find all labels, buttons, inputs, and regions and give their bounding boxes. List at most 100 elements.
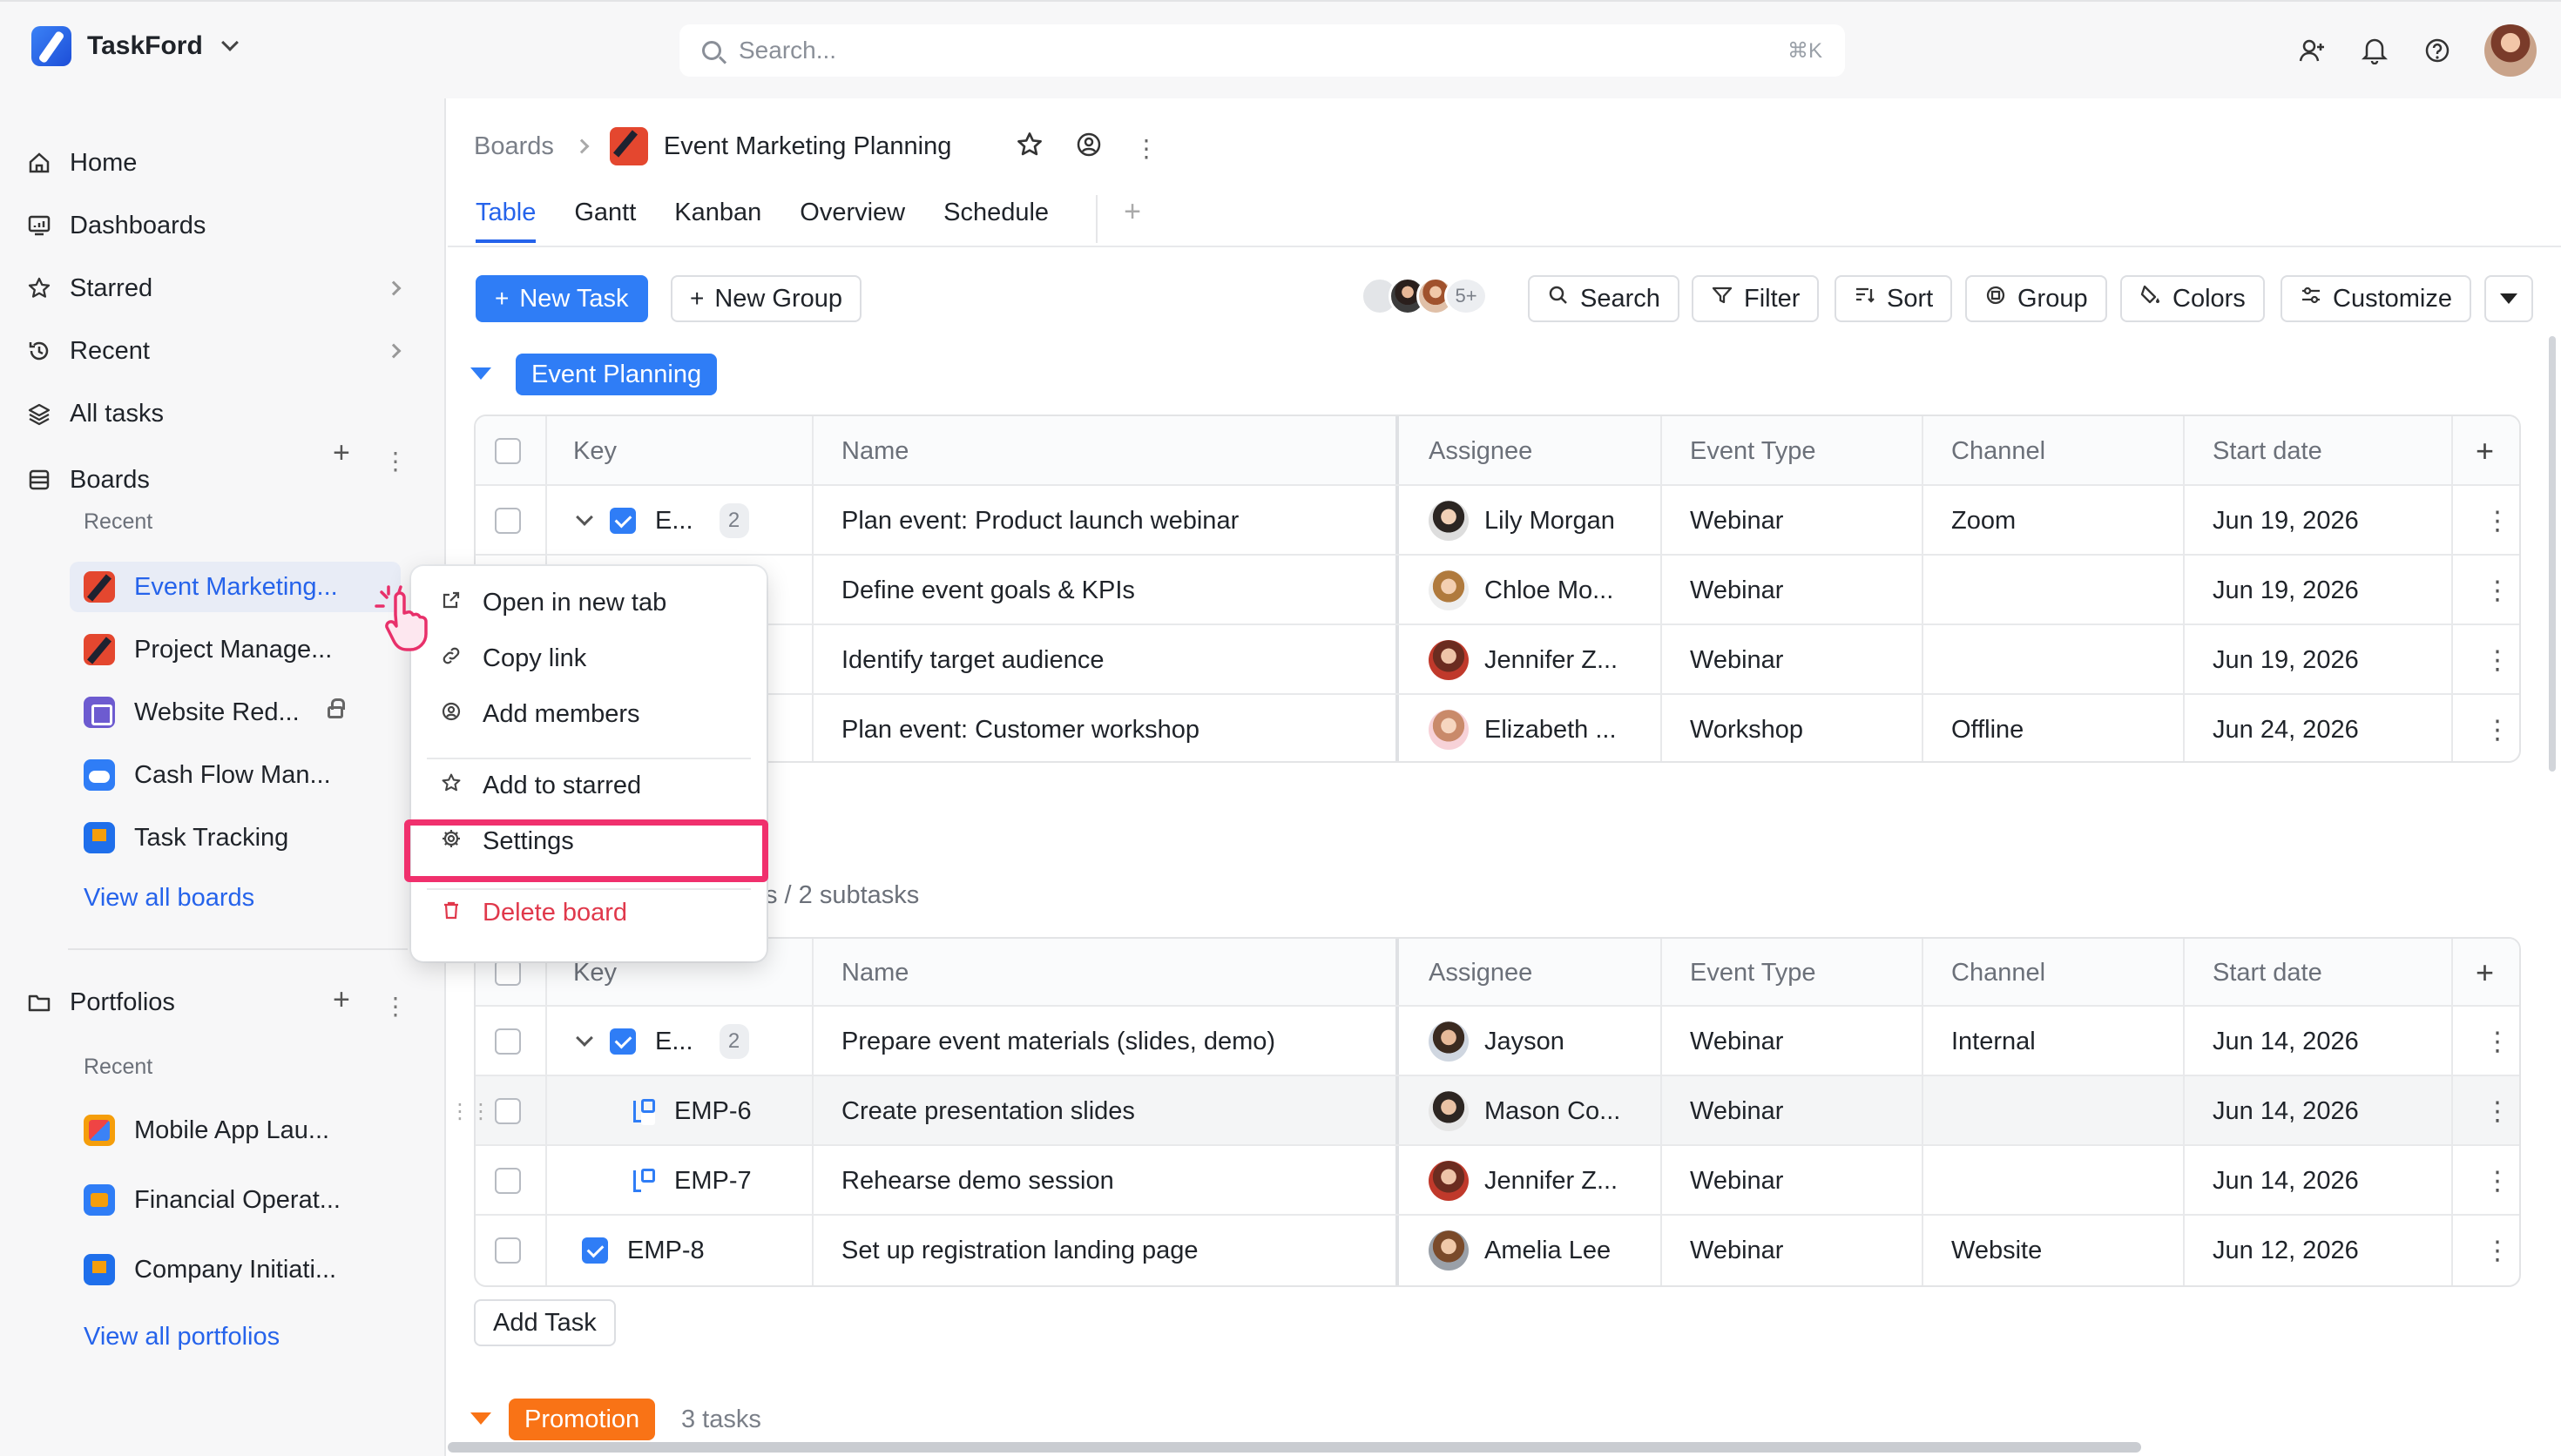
breadcrumb-boards-link[interactable]: Boards — [474, 132, 554, 161]
sidebar-item-all-tasks[interactable]: All tasks — [26, 391, 164, 436]
assignee-cell[interactable]: Lily Morgan — [1429, 486, 1615, 556]
sidebar-board-project-management[interactable]: Project Manage... — [70, 624, 401, 675]
row-checkbox[interactable] — [495, 1028, 521, 1055]
column-header-channel[interactable]: Channel — [1951, 939, 2045, 1007]
tab-kanban[interactable]: Kanban — [674, 199, 761, 243]
channel-cell[interactable]: Internal — [1951, 1007, 2036, 1076]
sidebar-board-event-marketing[interactable]: Event Marketing... — [70, 562, 401, 612]
event-type-cell[interactable]: Webinar — [1690, 486, 1783, 556]
task-key[interactable]: EMP-6 — [674, 1097, 752, 1126]
chevron-right-icon[interactable] — [386, 280, 402, 296]
task-name[interactable]: Set up registration landing page — [841, 1216, 1199, 1285]
assignee-cell[interactable]: Jayson — [1429, 1007, 1564, 1076]
row-more-icon[interactable]: ⋮ — [2484, 625, 2510, 695]
portfolios-more-icon[interactable]: ⋮ — [383, 992, 408, 1021]
add-column-icon[interactable]: + — [2476, 939, 2494, 1007]
sidebar-item-dashboards[interactable]: Dashboards — [26, 203, 206, 248]
task-key[interactable]: E... — [655, 507, 693, 536]
column-header-event-type[interactable]: Event Type — [1690, 416, 1816, 486]
event-type-cell[interactable]: Webinar — [1690, 1216, 1783, 1285]
colors-button[interactable]: Colors — [2120, 275, 2265, 322]
event-type-cell[interactable]: Webinar — [1690, 1146, 1783, 1216]
star-icon[interactable] — [1016, 131, 1044, 165]
event-type-cell[interactable]: Workshop — [1690, 695, 1803, 761]
help-icon[interactable] — [2422, 35, 2453, 66]
task-key[interactable]: EMP-7 — [674, 1167, 752, 1196]
task-key[interactable]: EMP-8 — [627, 1237, 705, 1265]
board-members-icon[interactable] — [1075, 131, 1103, 165]
task-name[interactable]: Define event goals & KPIs — [841, 556, 1135, 625]
horizontal-scrollbar[interactable] — [448, 1442, 2141, 1453]
table-row[interactable]: Plan event: Customer workshop Elizabeth … — [476, 695, 2519, 761]
menu-item-add-members[interactable]: Add members — [439, 700, 640, 729]
column-header-assignee[interactable]: Assignee — [1429, 939, 1532, 1007]
add-portfolio-icon[interactable]: + — [333, 983, 350, 1017]
sidebar-item-recent[interactable]: Recent — [26, 328, 150, 374]
assignee-cell[interactable]: Chloe Mo... — [1429, 556, 1613, 625]
column-header-event-type[interactable]: Event Type — [1690, 939, 1816, 1007]
channel-cell[interactable]: Website — [1951, 1216, 2042, 1285]
row-more-icon[interactable]: ⋮ — [2484, 695, 2510, 761]
channel-cell[interactable]: Offline — [1951, 695, 2024, 761]
column-header-channel[interactable]: Channel — [1951, 416, 2045, 486]
toolbar-dropdown-button[interactable] — [2484, 275, 2533, 322]
select-all-checkbox[interactable] — [495, 960, 521, 986]
task-name[interactable]: Plan event: Product launch webinar — [841, 486, 1239, 556]
sidebar-portfolio-mobile-app[interactable]: Mobile App Lau... — [70, 1105, 401, 1156]
event-type-cell[interactable]: Webinar — [1690, 1076, 1783, 1146]
column-header-name[interactable]: Name — [841, 939, 909, 1007]
search-button[interactable]: Search — [1528, 275, 1679, 322]
row-more-icon[interactable]: ⋮ — [2484, 486, 2510, 556]
start-date-cell[interactable]: Jun 19, 2026 — [2213, 486, 2359, 556]
board-more-icon[interactable]: ⋮ — [1134, 134, 1159, 163]
table-row[interactable]: EMP-8 Set up registration landing page A… — [476, 1216, 2519, 1285]
event-type-cell[interactable]: Webinar — [1690, 625, 1783, 695]
row-checkbox[interactable] — [495, 1168, 521, 1194]
expand-chevron-icon[interactable] — [576, 1029, 593, 1047]
start-date-cell[interactable]: Jun 14, 2026 — [2213, 1007, 2359, 1076]
group-collapse-icon[interactable] — [470, 367, 491, 380]
row-more-icon[interactable]: ⋮ — [2484, 1146, 2510, 1216]
chevron-right-icon[interactable] — [386, 343, 402, 359]
start-date-cell[interactable]: Jun 19, 2026 — [2213, 556, 2359, 625]
workspace-switcher[interactable]: TaskFord — [31, 26, 239, 66]
sort-button[interactable]: Sort — [1835, 275, 1953, 322]
row-checkbox[interactable] — [495, 508, 521, 534]
table-row[interactable]: EMP-7 Rehearse demo session Jennifer Z..… — [476, 1146, 2519, 1216]
sidebar-item-starred[interactable]: Starred — [26, 266, 152, 311]
tab-gantt[interactable]: Gantt — [574, 199, 636, 243]
start-date-cell[interactable]: Jun 12, 2026 — [2213, 1216, 2359, 1285]
customize-button[interactable]: Customize — [2281, 275, 2471, 322]
view-all-portfolios-link[interactable]: View all portfolios — [84, 1323, 280, 1352]
start-date-cell[interactable]: Jun 14, 2026 — [2213, 1146, 2359, 1216]
event-type-cell[interactable]: Webinar — [1690, 1007, 1783, 1076]
sidebar-portfolio-company-initiatives[interactable]: Company Initiati... — [70, 1244, 401, 1295]
assignee-cell[interactable]: Mason Co... — [1429, 1076, 1620, 1146]
assignee-cell[interactable]: Elizabeth ... — [1429, 695, 1617, 761]
drag-handle-icon[interactable]: ⋮⋮ — [449, 1099, 491, 1124]
menu-item-add-to-starred[interactable]: Add to starred — [439, 772, 641, 800]
event-type-cell[interactable]: Webinar — [1690, 556, 1783, 625]
group-tag-promotion[interactable]: Promotion — [509, 1399, 656, 1440]
task-name[interactable]: Plan event: Customer workshop — [841, 695, 1199, 761]
boards-more-icon[interactable]: ⋮ — [383, 447, 408, 475]
row-more-icon[interactable]: ⋮ — [2484, 556, 2510, 625]
expand-chevron-icon[interactable] — [576, 509, 593, 526]
sidebar-portfolio-financial-operations[interactable]: Financial Operat... — [70, 1175, 401, 1225]
sidebar-board-cash-flow[interactable]: Cash Flow Man... — [70, 750, 401, 800]
column-header-key[interactable]: Key — [573, 416, 617, 486]
view-all-boards-link[interactable]: View all boards — [84, 884, 254, 913]
menu-item-delete-board[interactable]: Delete board — [439, 899, 627, 927]
bell-icon[interactable] — [2359, 35, 2390, 66]
sidebar-section-portfolios[interactable]: Portfolios — [26, 980, 175, 1025]
assignee-cell[interactable]: Jennifer Z... — [1429, 1146, 1618, 1216]
task-name[interactable]: Prepare event materials (slides, demo) — [841, 1007, 1275, 1076]
sidebar-section-boards[interactable]: Boards — [26, 457, 150, 502]
assignee-cell[interactable]: Jennifer Z... — [1429, 625, 1618, 695]
table-row[interactable]: Identify target audience Jennifer Z... W… — [476, 625, 2519, 695]
menu-item-open-in-new-tab[interactable]: Open in new tab — [439, 589, 666, 617]
start-date-cell[interactable]: Jun 14, 2026 — [2213, 1076, 2359, 1146]
group-button[interactable]: Group — [1965, 275, 2107, 322]
sidebar-item-home[interactable]: Home — [26, 140, 137, 185]
menu-item-copy-link[interactable]: Copy link — [439, 644, 586, 673]
